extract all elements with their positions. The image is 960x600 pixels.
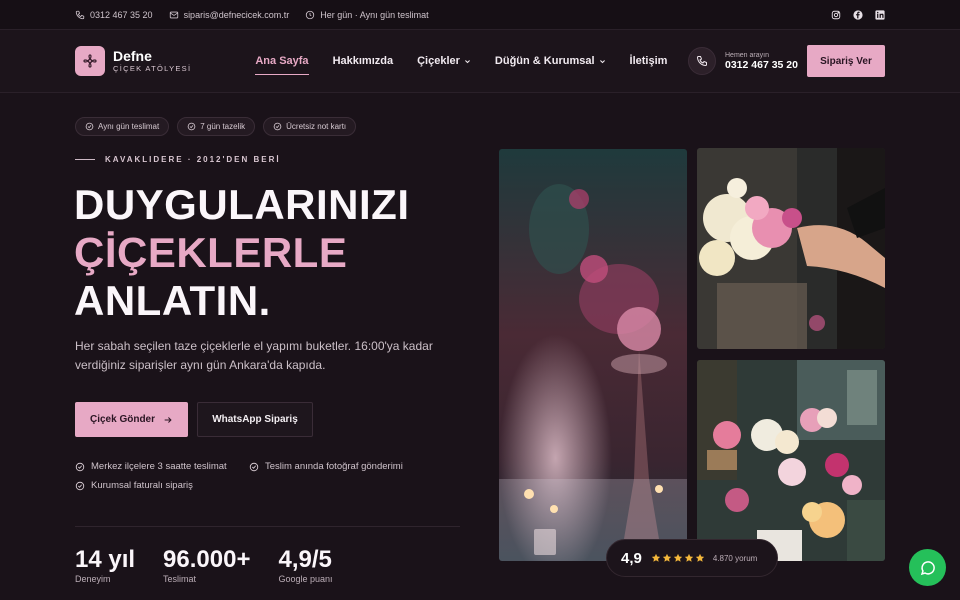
star-icon bbox=[673, 553, 683, 563]
stat-label: Deneyim bbox=[75, 574, 111, 584]
nav-contact[interactable]: İletişim bbox=[630, 49, 668, 73]
brand-name: Defne bbox=[113, 48, 152, 64]
feature-label: Merkez ilçelere 3 saatte teslimat bbox=[91, 461, 227, 472]
chip-label: Aynı gün teslimat bbox=[98, 122, 160, 131]
feature-list: Merkez ilçelere 3 saatte teslimat Teslim… bbox=[75, 461, 435, 491]
photo-florist-arranging bbox=[697, 148, 885, 349]
feature-item: Teslim anında fotoğraf gönderimi bbox=[249, 461, 403, 472]
social-links bbox=[831, 9, 885, 20]
check-circle-icon bbox=[273, 122, 282, 131]
stat-value: 4,9/5 bbox=[278, 546, 332, 573]
facebook-icon[interactable] bbox=[853, 9, 863, 20]
top-info-bar: 0312 467 35 20 siparis@defnecicek.com.tr… bbox=[0, 0, 960, 30]
stat-label: Teslimat bbox=[163, 574, 197, 584]
brand-text[interactable]: Defne ÇİÇEK ATÖLYESİ bbox=[113, 48, 192, 74]
hero-headline: DUYGULARINIZI ÇİÇEKLERLE ANLATIN. bbox=[74, 181, 410, 325]
whatsapp-order-button[interactable]: WhatsApp Sipariş bbox=[197, 402, 313, 437]
call-label: Hemen arayın bbox=[725, 51, 769, 59]
rating-stars bbox=[651, 553, 705, 563]
topbar-phone[interactable]: 0312 467 35 20 bbox=[75, 10, 153, 20]
nav-flowers[interactable]: Çiçekler bbox=[417, 49, 471, 73]
stat-deliveries: 96.000+ Teslimat bbox=[163, 546, 250, 584]
brand-logo[interactable] bbox=[75, 46, 105, 76]
chat-bubble-icon bbox=[920, 560, 935, 575]
chevron-down-icon bbox=[599, 58, 606, 65]
clock-icon bbox=[305, 10, 315, 20]
stat-value: 96.000+ bbox=[163, 546, 251, 573]
send-flowers-button[interactable]: Çiçek Gönder bbox=[75, 402, 188, 437]
nav-contact-label: İletişim bbox=[629, 55, 668, 67]
flower-logo-icon bbox=[83, 54, 97, 68]
stat-label: Google puanı bbox=[278, 574, 333, 584]
star-icon bbox=[651, 553, 661, 563]
feature-label: Teslim anında fotoğraf gönderimi bbox=[265, 461, 403, 472]
check-circle-icon bbox=[249, 462, 259, 472]
order-button[interactable]: Sipariş Ver bbox=[807, 45, 885, 77]
rating-count: 4.870 yorum bbox=[712, 553, 758, 563]
eyebrow-text: KAVAKLIDERE · 2012'DEN BERİ bbox=[105, 155, 281, 164]
hero-eyebrow: KAVAKLIDERE · 2012'DEN BERİ bbox=[75, 155, 281, 164]
eyebrow-line bbox=[75, 159, 95, 160]
feature-label: Kurumsal faturalı sipariş bbox=[91, 480, 193, 491]
stats-row: 14 yıl Deneyim 96.000+ Teslimat 4,9/5 Go… bbox=[75, 546, 361, 584]
phone-icon bbox=[696, 56, 707, 67]
stats-divider bbox=[75, 526, 460, 527]
photo-flower-shop-front bbox=[697, 360, 885, 561]
star-icon bbox=[662, 553, 672, 563]
nav-wedding-corporate[interactable]: Düğün & Kurumsal bbox=[495, 49, 606, 73]
nav-home[interactable]: Ana Sayfa bbox=[255, 49, 309, 75]
phone-icon bbox=[75, 10, 85, 20]
rating-value: 4,9 bbox=[621, 549, 642, 567]
chip-label: 7 gün tazelik bbox=[200, 122, 246, 131]
send-flowers-label: Çiçek Gönder bbox=[89, 414, 156, 425]
main-header: Defne ÇİÇEK ATÖLYESİ Ana Sayfa Hakkımızd… bbox=[0, 30, 960, 93]
topbar-hours-text: Her gün · Aynı gün teslimat bbox=[320, 9, 429, 20]
star-icon bbox=[695, 553, 705, 563]
mail-icon bbox=[169, 10, 179, 20]
chip-same-day: Aynı gün teslimat bbox=[75, 117, 170, 136]
nav-home-label: Ana Sayfa bbox=[255, 55, 309, 67]
topbar-email-text: siparis@defnecicek.com.tr bbox=[183, 9, 290, 20]
arrow-right-icon bbox=[163, 415, 173, 425]
nav-about-label: Hakkımızda bbox=[332, 55, 394, 67]
rating-badge: 4,9 4.870 yorum bbox=[606, 539, 778, 577]
nav-flowers-label: Çiçekler bbox=[417, 55, 460, 67]
benefit-chips: Aynı gün teslimat 7 gün tazelik Ücretsiz… bbox=[75, 117, 357, 136]
check-circle-icon bbox=[187, 122, 196, 131]
stat-experience: 14 yıl Deneyim bbox=[75, 546, 135, 584]
feature-item: Kurumsal faturalı sipariş bbox=[75, 480, 249, 491]
call-number[interactable]: 0312 467 35 20 bbox=[725, 59, 798, 71]
check-circle-icon bbox=[75, 462, 85, 472]
nav-about[interactable]: Hakkımızda bbox=[333, 49, 394, 73]
stat-google-rating: 4,9/5 Google puanı bbox=[278, 546, 332, 584]
check-circle-icon bbox=[75, 481, 85, 491]
hero-description: Her sabah seçilen taze çiçeklerle el yap… bbox=[75, 339, 433, 372]
chip-label: Ücretsiz not kartı bbox=[286, 122, 347, 131]
photo-wedding-table bbox=[499, 149, 687, 561]
check-circle-icon bbox=[85, 122, 94, 131]
topbar-hours: Her gün · Aynı gün teslimat bbox=[305, 9, 429, 20]
chip-note-card: Ücretsiz not kartı bbox=[263, 117, 357, 136]
headline-line-3: ANLATIN. bbox=[74, 277, 271, 324]
call-block[interactable]: Hemen arayın 0312 467 35 20 bbox=[688, 47, 798, 75]
star-icon bbox=[684, 553, 694, 563]
nav-wedding-label: Düğün & Kurumsal bbox=[494, 55, 595, 67]
phone-circle[interactable] bbox=[688, 47, 716, 75]
topbar-email[interactable]: siparis@defnecicek.com.tr bbox=[169, 9, 290, 20]
call-text: Hemen arayın 0312 467 35 20 bbox=[725, 52, 798, 71]
brand-subtitle: ÇİÇEK ATÖLYESİ bbox=[113, 64, 192, 73]
stat-value: 14 yıl bbox=[75, 546, 136, 573]
headline-line-1: DUYGULARINIZI bbox=[74, 181, 410, 228]
whatsapp-float-button[interactable] bbox=[909, 549, 946, 586]
chip-freshness: 7 gün tazelik bbox=[177, 117, 256, 136]
headline-line-2: ÇİÇEKLERLE bbox=[74, 229, 348, 276]
chevron-down-icon bbox=[464, 58, 471, 65]
linkedin-icon[interactable] bbox=[875, 9, 885, 20]
topbar-phone-text: 0312 467 35 20 bbox=[90, 9, 153, 20]
main-nav: Ana Sayfa Hakkımızda Çiçekler Düğün & Ku… bbox=[255, 49, 668, 75]
feature-item: Merkez ilçelere 3 saatte teslimat bbox=[75, 461, 249, 472]
instagram-icon[interactable] bbox=[831, 10, 841, 20]
